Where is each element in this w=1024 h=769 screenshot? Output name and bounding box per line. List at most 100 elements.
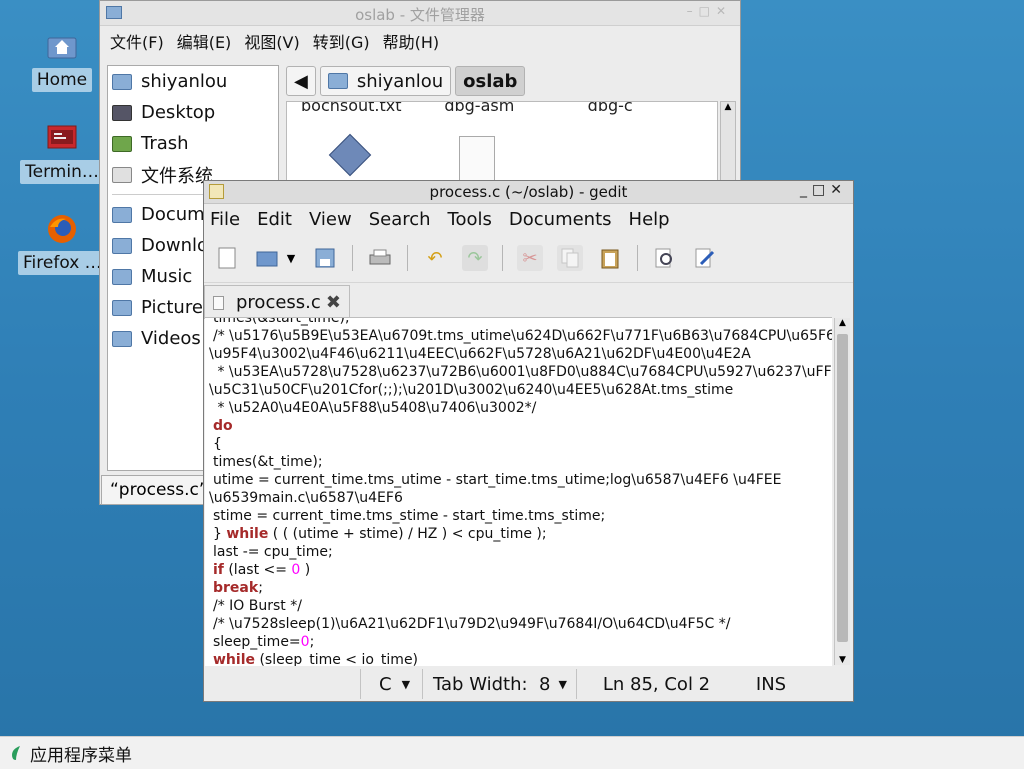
app-menu-button[interactable]: 应用程序菜单 <box>30 741 132 766</box>
close-icon[interactable]: ✕ <box>830 182 847 198</box>
chevron-down-icon: ▼ <box>558 677 567 691</box>
paste-icon[interactable] <box>597 245 623 271</box>
menu-bar: File Edit View Search Tools Documents He… <box>204 204 853 234</box>
executable-icon[interactable] <box>328 133 372 177</box>
menu-file[interactable]: 文件(F) <box>110 29 164 53</box>
save-icon[interactable] <box>312 245 338 271</box>
desktop-icon-home[interactable]: Home <box>18 30 106 96</box>
scroll-down-icon[interactable]: ▼ <box>835 655 850 665</box>
code-line: \u5C31\u50CF\u201Cfor(;;);\u201D\u3002\u… <box>209 382 734 398</box>
find-icon[interactable] <box>652 245 678 271</box>
menu-bar: 文件(F) 编辑(E) 视图(V) 转到(G) 帮助(H) <box>100 26 740 56</box>
tab-process-c[interactable]: process.c ✖ <box>204 285 350 319</box>
window-controls[interactable]: _□✕ <box>800 182 847 198</box>
code-line: while (sleep_time < io_time) <box>213 652 419 666</box>
minimize-icon[interactable]: _ <box>800 182 812 198</box>
app-menu-leaf-icon[interactable] <box>10 745 22 761</box>
replace-icon[interactable] <box>692 245 718 271</box>
desktop-icon-firefox[interactable]: Firefox … <box>18 213 107 279</box>
home-folder-icon <box>112 73 132 90</box>
menu-view[interactable]: 视图(V) <box>244 29 299 53</box>
code-line: sleep_time=0; <box>213 634 315 650</box>
menu-search[interactable]: Search <box>369 209 431 230</box>
window-controls[interactable]: –□✕ <box>687 4 732 18</box>
scroll-thumb[interactable] <box>837 334 848 642</box>
gedit-window[interactable]: process.c (~/oslab) - gedit _□✕ File Edi… <box>203 180 854 702</box>
open-icon[interactable] <box>254 245 280 271</box>
path-back-button[interactable]: ◀ <box>286 66 316 96</box>
desktop-icon-terminal[interactable]: Termin… <box>18 122 106 188</box>
status-bar: C ▼ Tab Width: 8 ▼ Ln 85, Col 2 INS <box>204 667 853 701</box>
toolbar: ▼ ↶ ↷ ✂ <box>204 234 853 283</box>
folder-icon <box>112 299 132 316</box>
file-item[interactable]: dbg-c <box>574 102 717 115</box>
folder-icon <box>112 330 132 347</box>
open-dropdown-icon[interactable]: ▼ <box>284 245 298 271</box>
menu-edit[interactable]: 编辑(E) <box>177 29 232 53</box>
new-document-icon[interactable] <box>214 245 240 271</box>
status-bar: “process.c” <box>101 475 217 505</box>
maximize-icon[interactable]: □ <box>812 182 830 198</box>
desktop-icon-label: Home <box>31 68 93 92</box>
insert-mode: INS <box>755 673 787 695</box>
file-view: bochsout.txt dbg-asm dbg-c <box>286 101 718 183</box>
copy-icon[interactable] <box>557 245 583 271</box>
close-icon[interactable]: ✕ <box>716 4 732 18</box>
toolbar-divider <box>502 245 503 271</box>
document-tabs: process.c ✖ <box>204 283 853 319</box>
path-button-oslab[interactable]: oslab <box>455 66 526 96</box>
minimize-icon[interactable]: – <box>687 4 699 18</box>
menu-documents[interactable]: Documents <box>509 209 612 230</box>
title-bar[interactable]: process.c (~/oslab) - gedit _□✕ <box>204 181 853 204</box>
folder-icon <box>112 206 132 223</box>
code-line: times(&start_time); <box>213 317 350 326</box>
print-icon[interactable] <box>367 245 393 271</box>
sidebar-item-shiyanlou[interactable]: shiyanlou <box>108 66 278 97</box>
menu-go[interactable]: 转到(G) <box>313 29 370 53</box>
undo-icon[interactable]: ↶ <box>422 245 448 271</box>
code-line: { <box>213 436 222 452</box>
code-line: do <box>213 418 233 434</box>
code-line: break; <box>213 580 263 596</box>
code-line: /* \u7528sleep(1)\u6A21\u62DF1\u79D2\u94… <box>213 616 731 632</box>
close-tab-icon[interactable]: ✖ <box>326 292 341 313</box>
code-line: if (last <= 0 ) <box>213 562 311 578</box>
sidebar-item-desktop[interactable]: Desktop <box>108 97 278 128</box>
language-selector[interactable]: C ▼ <box>360 669 422 699</box>
code-line: last -= cpu_time; <box>213 544 333 560</box>
firefox-icon <box>46 213 78 245</box>
menu-tools[interactable]: Tools <box>448 209 492 230</box>
document-icon <box>213 295 224 310</box>
editor-scrollbar[interactable]: ▲ ▼ <box>834 318 850 665</box>
code-line: /* IO Burst */ <box>213 598 302 614</box>
menu-help[interactable]: Help <box>629 209 670 230</box>
file-item[interactable]: bochsout.txt <box>287 102 430 115</box>
text-file-icon[interactable] <box>459 136 495 182</box>
code-line: \u6539main.c\u6587\u4EF6 <box>209 490 403 506</box>
scroll-up-icon[interactable]: ▲ <box>835 318 850 328</box>
file-view-scrollbar[interactable]: ▲ <box>720 101 736 183</box>
menu-file[interactable]: File <box>210 209 240 230</box>
path-button-shiyanlou[interactable]: shiyanlou <box>319 66 452 96</box>
text-editor[interactable]: times(&start_time); /* \u5176\u5B9E\u53E… <box>205 317 832 666</box>
file-item[interactable]: dbg-asm <box>430 102 573 115</box>
folder-icon <box>112 237 132 254</box>
trash-icon <box>112 135 132 152</box>
scroll-up-icon[interactable]: ▲ <box>721 102 735 112</box>
code-line: * \u52A0\u4E0A\u5F88\u5408\u7406\u3002*/ <box>213 400 537 416</box>
redo-icon[interactable]: ↷ <box>462 245 488 271</box>
title-bar[interactable]: oslab - 文件管理器 –□✕ <box>100 1 740 26</box>
toolbar-divider <box>352 245 353 271</box>
window-title: process.c (~/oslab) - gedit <box>429 183 628 201</box>
menu-help[interactable]: 帮助(H) <box>383 29 440 53</box>
menu-view[interactable]: View <box>309 209 352 230</box>
cut-icon[interactable]: ✂ <box>517 245 543 271</box>
tab-width-selector[interactable]: Tab Width: 8 ▼ <box>422 669 576 699</box>
menu-edit[interactable]: Edit <box>257 209 292 230</box>
code-line: } while ( ( (utime + stime) / HZ ) < cpu… <box>213 526 547 542</box>
maximize-icon[interactable]: □ <box>699 4 716 18</box>
cursor-position: Ln 85, Col 2 <box>576 669 736 699</box>
toolbar-divider <box>407 245 408 271</box>
sidebar-item-trash[interactable]: Trash <box>108 128 278 159</box>
code-line: /* \u5176\u5B9E\u53EA\u6709t.tms_utime\u… <box>213 328 832 344</box>
